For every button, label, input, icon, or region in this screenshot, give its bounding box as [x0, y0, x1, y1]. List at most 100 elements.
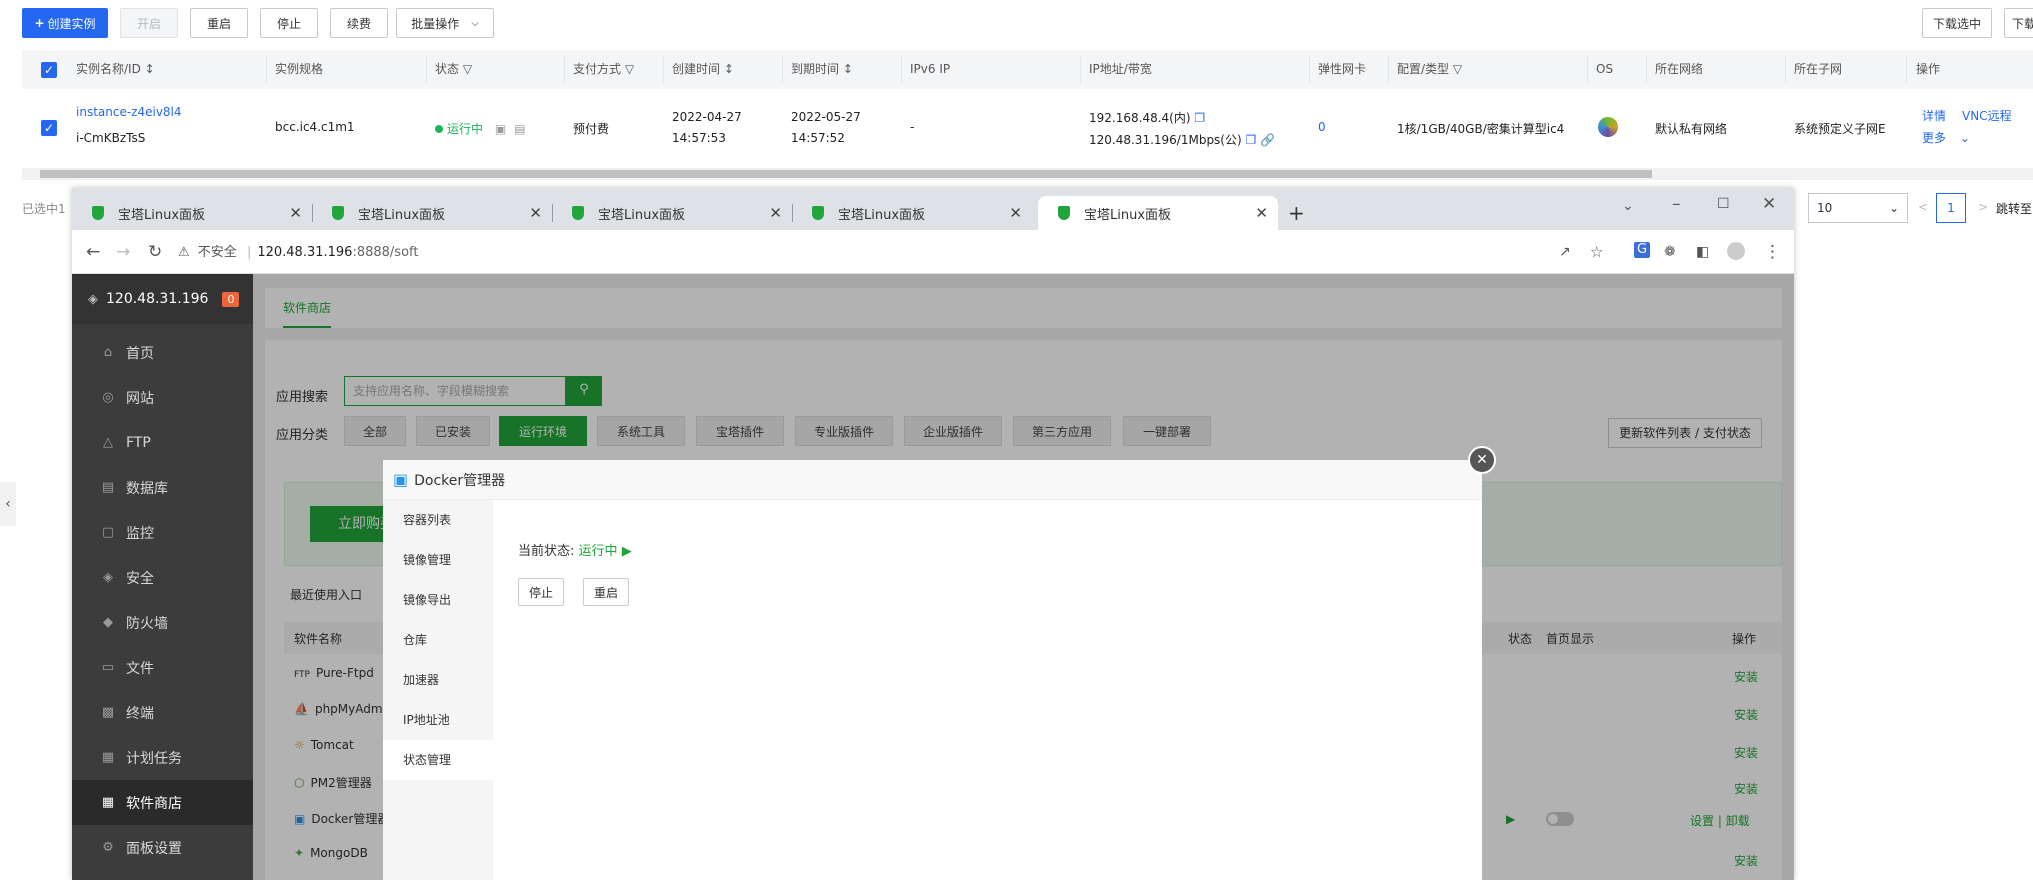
instance-name-link[interactable]: instance-z4eiv8l4 [76, 105, 182, 119]
star-icon[interactable]: ☆ [1590, 242, 1603, 262]
notify-badge[interactable]: 0 [222, 291, 240, 307]
header-name[interactable]: 实例名称/ID ↕ [76, 50, 155, 89]
monitor-icon[interactable]: ▣ [495, 122, 506, 136]
page-size-select[interactable]: 10 ⌄ [1808, 193, 1908, 223]
profile-icon[interactable] [1727, 242, 1745, 260]
header-config[interactable]: 配置/类型 ▽ [1397, 50, 1462, 89]
next-page-icon[interactable]: > [1978, 200, 1988, 214]
header-status[interactable]: 状态 ▽ [435, 50, 472, 89]
dialog-title-bar: ▣ Docker管理器 [383, 460, 1482, 500]
download-selected-button[interactable]: 下载选中 [1922, 8, 1992, 38]
plus-icon: + [34, 16, 45, 30]
horizontal-scrollbar[interactable] [22, 168, 2033, 180]
selected-count: 已选中1 [22, 202, 66, 216]
close-icon[interactable]: ✕ [1009, 204, 1022, 222]
expires-time: 14:57:52 [791, 131, 845, 145]
download-button[interactable]: 下载 [2004, 8, 2033, 38]
nav-image-export[interactable]: 镜像导出 [383, 580, 493, 620]
stop-button[interactable]: 停止 [260, 8, 318, 38]
dialog-close-button[interactable]: ✕ [1468, 446, 1496, 474]
close-icon[interactable]: ✕ [529, 204, 542, 222]
table-header [22, 50, 2033, 89]
console-icon[interactable]: ▤ [514, 122, 525, 136]
share-icon[interactable]: ↗ [1559, 242, 1571, 262]
collapse-left-icon[interactable]: ‹ [0, 482, 16, 526]
create-instance-button[interactable]: + 创建实例 [22, 8, 108, 38]
url-field[interactable]: ⚠ 不安全 | 120.48.31.196:8888/soft [178, 242, 778, 264]
renew-button[interactable]: 续费 [330, 8, 388, 38]
back-icon[interactable]: ← [86, 242, 100, 262]
sidebar-item-monitor[interactable]: ▢ 监控 [72, 510, 253, 555]
chevron-down-icon: ⌄ [1888, 201, 1899, 215]
browser-tab-active[interactable]: 宝塔Linux面板 ✕ [1038, 196, 1278, 230]
scrollbar-thumb[interactable] [40, 170, 1652, 178]
page-number[interactable]: 1 [1936, 193, 1966, 223]
browser-tab[interactable]: 宝塔Linux面板 ✕ [552, 196, 792, 230]
nav-image-manage[interactable]: 镜像管理 [383, 540, 493, 580]
shield-icon: ◈ [88, 291, 98, 307]
eni-count[interactable]: 0 [1318, 120, 1326, 134]
sidebar-item-security[interactable]: ◈ 安全 [72, 555, 253, 600]
menu-dots-icon[interactable]: ⋮ [1764, 242, 1781, 262]
maximize-icon[interactable]: ☐ [1717, 194, 1730, 214]
header-created[interactable]: 创建时间 ↕ [672, 50, 734, 89]
panel-sidebar: ◈ 120.48.31.196 0 ⌂ 首页 ◎ 网站 △ FTP ▤ 数据库 ▢ 监控 … [72, 274, 253, 880]
link-icon[interactable]: 🔗 [1260, 133, 1275, 147]
new-tab-icon[interactable]: + [1288, 203, 1305, 223]
window-close-icon[interactable]: ✕ [1762, 194, 1776, 214]
browser-tab[interactable]: 宝塔Linux面板 ✕ [792, 196, 1032, 230]
sidebar-item-home[interactable]: ⌂ 首页 [72, 330, 253, 375]
shield-icon [1058, 206, 1070, 220]
sidepanel-icon[interactable]: ◧ [1696, 242, 1709, 262]
subnet-value: 系统预定义子网E [1794, 122, 1886, 136]
translate-icon[interactable]: G [1634, 242, 1650, 258]
browser-tab[interactable]: 宝塔Linux面板 ✕ [312, 196, 552, 230]
folder-icon: ▭ [101, 659, 115, 675]
nav-repository[interactable]: 仓库 [383, 620, 493, 660]
close-icon[interactable]: ✕ [769, 204, 782, 222]
select-all-checkbox[interactable]: ✓ [41, 62, 57, 78]
close-icon[interactable]: ✕ [1255, 204, 1268, 222]
nav-status-manage[interactable]: 状态管理 [383, 740, 493, 780]
play-icon: ▶ [621, 544, 632, 559]
vnc-link[interactable]: VNC远程 [1962, 107, 2012, 124]
header-spec: 实例规格 [275, 62, 324, 76]
close-icon[interactable]: ✕ [289, 204, 302, 222]
copy-icon[interactable]: ❐ [1246, 133, 1257, 147]
sidebar-item-settings[interactable]: ⚙ 面板设置 [72, 825, 253, 870]
forward-icon[interactable]: → [116, 242, 130, 262]
detail-link[interactable]: 详情 [1922, 107, 1946, 124]
nav-accelerator[interactable]: 加速器 [383, 660, 493, 700]
batch-operation-dropdown[interactable]: 批量操作 ⌵ [396, 8, 494, 38]
header-expires[interactable]: 到期时间 ↕ [791, 50, 853, 89]
sidebar-item-logout[interactable]: ↦退出 [72, 870, 253, 880]
sidebar-item-terminal[interactable]: ▩ 终端 [72, 690, 253, 735]
nav-container-list[interactable]: 容器列表 [383, 500, 493, 540]
copy-icon[interactable]: ❐ [1194, 111, 1205, 125]
header-ip: IP地址/带宽 [1089, 62, 1152, 76]
close-icon: ✕ [1476, 452, 1488, 468]
sidebar-item-store[interactable]: ▦ 软件商店 [72, 780, 253, 825]
sidebar-item-files[interactable]: ▭ 文件 [72, 645, 253, 690]
ipv6-value: - [910, 120, 915, 134]
row-checkbox[interactable]: ✓ [41, 120, 57, 136]
browser-tab[interactable]: 宝塔Linux面板 ✕ [72, 196, 312, 230]
docker-stop-button[interactable]: 停止 [518, 578, 564, 606]
prev-page-icon[interactable]: < [1918, 200, 1928, 214]
nav-ip-pool[interactable]: IP地址池 [383, 700, 493, 740]
minimize-icon[interactable]: – [1672, 194, 1681, 214]
extensions-icon[interactable]: ❁ [1664, 242, 1676, 262]
reload-icon[interactable]: ↻ [148, 242, 162, 262]
sidebar-item-cron[interactable]: ▦ 计划任务 [72, 735, 253, 780]
sidebar-item-website[interactable]: ◎ 网站 [72, 375, 253, 420]
docker-restart-button[interactable]: 重启 [583, 578, 629, 606]
start-button[interactable]: 开启 [120, 8, 178, 38]
more-link[interactable]: 更多 ⌄ [1922, 129, 1970, 146]
sidebar-item-ftp[interactable]: △ FTP [72, 420, 253, 465]
tab-search-icon[interactable]: ⌄ [1622, 196, 1634, 216]
network-value: 默认私有网络 [1655, 122, 1728, 136]
sidebar-item-firewall[interactable]: ◆ 防火墙 [72, 600, 253, 645]
header-pay[interactable]: 支付方式 ▽ [573, 50, 634, 89]
restart-button[interactable]: 重启 [190, 8, 248, 38]
sidebar-item-database[interactable]: ▤ 数据库 [72, 465, 253, 510]
